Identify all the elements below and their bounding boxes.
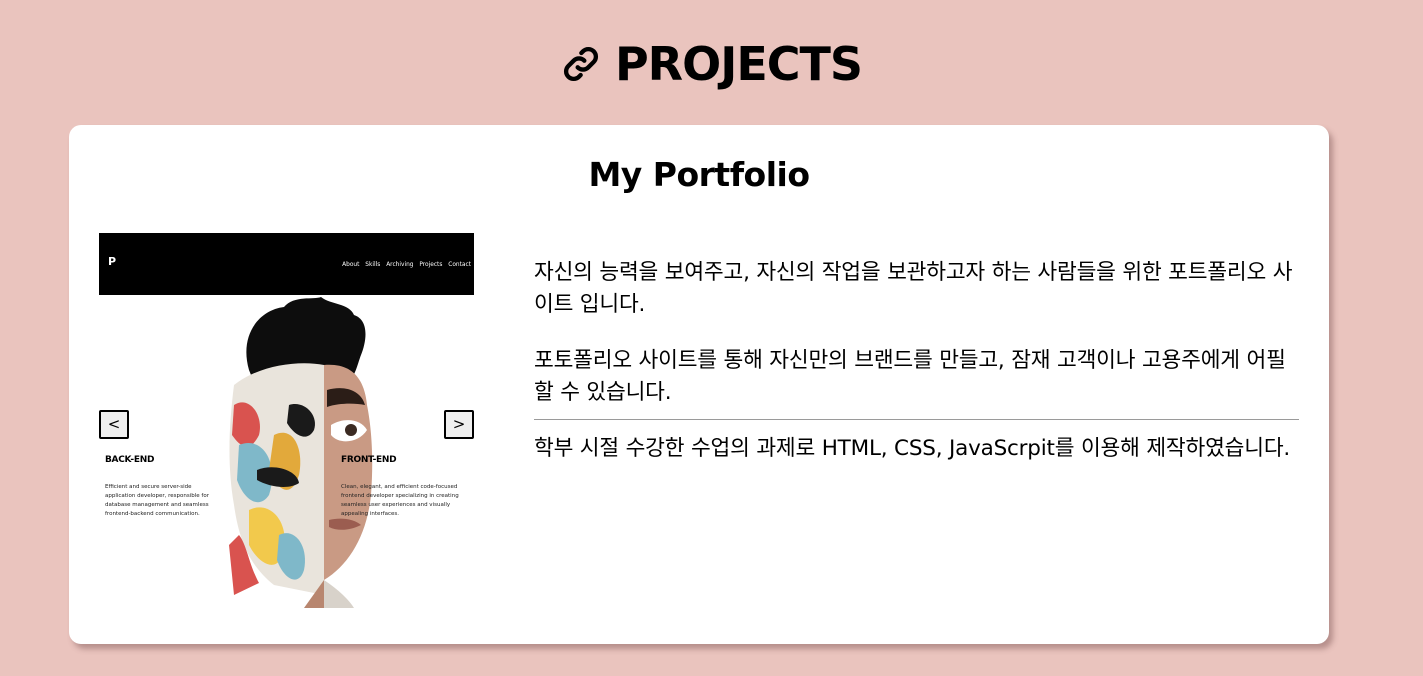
- screenshot-menu-item: Skills: [365, 260, 381, 268]
- screenshot-logo: P: [108, 255, 117, 268]
- project-title: My Portfolio: [588, 155, 810, 194]
- slider-prev-button[interactable]: <: [99, 410, 129, 439]
- screenshot-backend-heading: BACK-END: [105, 455, 155, 465]
- link-icon: [563, 46, 598, 82]
- description-paragraph: 자신의 능력을 보여주고, 자신의 작업을 보관하고자 하는 사람들을 위한 포…: [534, 260, 1293, 317]
- screenshot-frontend-text: Clean, elegant, and efficient code-focus…: [341, 484, 459, 517]
- screenshot-menu-item: Archiving: [386, 260, 414, 268]
- description-paragraph: 포토폴리오 사이트를 통해 자신만의 브랜드를 만들고, 잠재 고객이나 고용주…: [534, 348, 1286, 405]
- screenshot-navbar: P About Skills Archiving Projects Contac…: [99, 233, 474, 295]
- description-divider: [534, 419, 1299, 420]
- screenshot-backend-text: Efficient and secure server-side applica…: [105, 484, 209, 517]
- screenshot-menu-item: Projects: [419, 260, 443, 268]
- section-title: PROJECTS: [614, 37, 863, 91]
- screenshot-menu-item: About: [342, 260, 360, 268]
- screenshot-hero-illustration: [229, 297, 373, 608]
- screenshot-menu-item: Contact: [448, 260, 471, 268]
- project-description: 자신의 능력을 보여주고, 자신의 작업을 보관하고자 하는 사람들을 위한 포…: [534, 257, 1299, 489]
- slider-next-button[interactable]: >: [444, 410, 474, 439]
- project-card: My Portfolio P About Skills Archiving Pr…: [69, 125, 1329, 644]
- screenshot-menu: About Skills Archiving Projects Contact: [338, 260, 471, 268]
- project-image-slider: P About Skills Archiving Projects Contac…: [99, 233, 474, 608]
- description-paragraph: 학부 시절 수강한 수업의 과제로 HTML, CSS, JavaScrpit를…: [534, 436, 1291, 461]
- section-header: PROJECTS: [0, 34, 1423, 94]
- screenshot-frontend-heading: FRONT-END: [341, 455, 397, 465]
